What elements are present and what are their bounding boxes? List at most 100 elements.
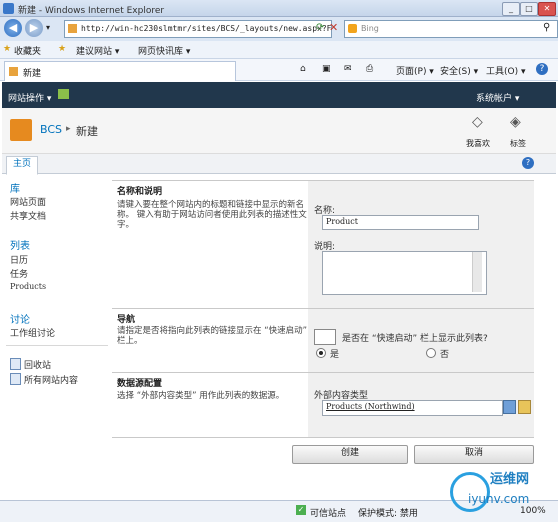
bing-icon [348, 24, 357, 33]
create-button[interactable]: 创建 [292, 445, 408, 464]
data-source-heading: 数据源配置 [117, 379, 163, 389]
favorites-bar: ★ 收藏夹 ★ 建议网站 ▾ 网页快讯库 ▾ [0, 41, 558, 59]
tools-menu[interactable]: 工具(O) ▾ [486, 64, 526, 77]
quick-launch-question: 是否在 “快速启动” 栏上显示此列表? [342, 334, 488, 344]
navigation-section-fields: 是否在 “快速启动” 栏上显示此列表? 是 否 [308, 309, 534, 373]
tags-label[interactable]: 标签 [510, 138, 526, 149]
all-content-icon [10, 373, 21, 385]
form-bottom-divider [112, 437, 534, 438]
nav-heading-discussions[interactable]: 讨论 [10, 311, 30, 326]
nav-item-calendar[interactable]: 日历 [10, 253, 28, 266]
trusted-site-icon: ✓ [296, 505, 306, 515]
navigation-section-description: 请指定是否将指向此列表的链接显示在 “快速启动” 栏上。 [117, 326, 308, 346]
refresh-icon[interactable]: ⟳ [316, 22, 324, 33]
search-input[interactable]: Bing [344, 20, 558, 38]
nav-item-tasks[interactable]: 任务 [10, 267, 28, 280]
check-names-icon[interactable] [503, 400, 516, 414]
tab-home[interactable]: 主页 [6, 156, 38, 175]
history-dropdown-icon[interactable]: ▾ [46, 23, 50, 32]
page-title: 新建 [76, 125, 98, 138]
browse-icon[interactable] [518, 400, 531, 414]
nav-item-recycle-bin[interactable]: 回收站 [24, 358, 51, 371]
back-icon[interactable]: ◀ [4, 19, 22, 37]
help-menu[interactable]: ? [536, 63, 548, 75]
print-icon[interactable]: ⎙ [366, 64, 373, 74]
ribbon-tabs: 主页 ? [2, 154, 556, 175]
nav-item-all-site-content[interactable]: 所有网站内容 [24, 373, 78, 386]
command-row: 新建 ⌂ ▣ ✉ ⎙ 页面(P) ▾ 安全(S) ▾ 工具(O) ▾ ? [0, 59, 558, 81]
address-url: http://win-hc230slmtmr/sites/BCS/_layout… [81, 24, 332, 33]
protected-mode-label: 保护模式: 禁用 [358, 509, 418, 519]
favorites-star-icon: ★ [3, 44, 12, 54]
recycle-bin-icon [10, 358, 21, 370]
external-content-type-input[interactable]: Products (Northwind) [322, 400, 503, 416]
favorites-button[interactable]: 收藏夹 [14, 44, 41, 57]
add-favorite-icon[interactable]: ★ [58, 44, 66, 54]
mail-icon[interactable]: ✉ [344, 64, 352, 74]
site-logo-icon [10, 119, 32, 141]
data-source-description: 选择 “外部内容类型” 用作此列表的数据源。 [117, 391, 285, 401]
nav-item-team-discussion[interactable]: 工作组讨论 [10, 326, 55, 339]
feeds-icon[interactable]: ▣ [322, 64, 331, 74]
like-icon[interactable]: ◇ [472, 114, 483, 130]
window-title: 新建 - Windows Internet Explorer [18, 6, 165, 16]
user-menu[interactable]: 系统帐户 ▾ [476, 91, 519, 104]
watermark-text: 运维网 [490, 472, 530, 487]
name-input[interactable]: Product [322, 215, 479, 230]
forward-icon[interactable]: ▶ [25, 19, 43, 37]
quick-launch-no-label[interactable]: 否 [440, 347, 449, 360]
ie-icon [3, 3, 14, 14]
maximize-button[interactable]: □ [520, 2, 538, 16]
tab-title: 新建 [23, 69, 42, 79]
name-section-description: 请键入要在整个网站内的标题和链接中显示的新名称。 键入有助于网站访问者使用此列表… [117, 200, 307, 230]
close-window-button[interactable]: ✕ [538, 2, 556, 16]
sharepoint-title-area: BCS ▸ 新建 ◇ 我喜欢 ◈ 标签 [2, 108, 556, 154]
breadcrumb-separator: ▸ [66, 124, 71, 134]
search-placeholder: Bing [361, 24, 379, 33]
navigation-section-heading: 导航 [117, 315, 136, 325]
tags-icon[interactable]: ◈ [510, 114, 521, 130]
edit-page-icon[interactable] [58, 89, 69, 99]
quick-launch-yes-label[interactable]: 是 [330, 347, 339, 360]
navigation-section: 导航 请指定是否将指向此列表的链接显示在 “快速启动” 栏上。 是否在 “快速启… [112, 308, 534, 373]
search-icon[interactable]: ⚲ [543, 22, 550, 33]
description-textarea[interactable] [322, 251, 487, 295]
quick-launch-no-radio[interactable] [426, 348, 436, 358]
data-source-section: 数据源配置 选择 “外部内容类型” 用作此列表的数据源。 外部内容类型 Prod… [112, 372, 534, 437]
like-label[interactable]: 我喜欢 [466, 138, 490, 149]
trusted-site-label: 可信站点 [310, 509, 347, 519]
site-actions-menu[interactable]: 网站操作 ▾ [8, 91, 51, 104]
nav-divider [6, 345, 108, 346]
description-scrollbar[interactable] [472, 252, 482, 292]
home-icon[interactable]: ⌂ [300, 64, 306, 74]
nav-item-products[interactable]: Products [10, 282, 46, 291]
browser-tab[interactable]: 新建 [4, 61, 236, 81]
nav-item-shared-documents[interactable]: 共享文档 [10, 209, 46, 222]
sp-help-icon[interactable]: ? [522, 157, 534, 169]
create-list-form: 名称和说明 请键入要在整个网站内的标题和链接中显示的新名称。 键入有助于网站访问… [112, 175, 534, 445]
breadcrumb-site[interactable]: BCS [40, 123, 62, 136]
suggested-sites-link[interactable]: 建议网站 ▾ [76, 44, 119, 57]
watermark-url: iyunv.com [468, 492, 530, 506]
quick-launch: 库 网站页面 共享文档 列表 日历 任务 Products 讨论 工作组讨论 回… [2, 175, 112, 405]
sharepoint-topbar: 网站操作 ▾ 系统帐户 ▾ [2, 82, 556, 108]
name-section-heading: 名称和说明 [117, 187, 163, 197]
name-section-fields: 名称: Product 说明: [308, 181, 534, 309]
tab-page-icon [9, 67, 18, 76]
watermark-logo: 运维网 iyunv.com [436, 458, 556, 518]
nav-heading-lists[interactable]: 列表 [10, 237, 30, 252]
safety-menu[interactable]: 安全(S) ▾ [440, 64, 478, 77]
quick-launch-yes-radio[interactable] [316, 348, 326, 358]
page-icon [68, 24, 77, 33]
quick-launch-icon [314, 329, 336, 345]
minimize-button[interactable]: _ [502, 2, 520, 16]
nav-heading-libraries[interactable]: 库 [10, 180, 20, 195]
stop-icon[interactable]: ✕ [329, 21, 338, 34]
web-slice-gallery-link[interactable]: 网页快讯库 ▾ [138, 44, 190, 57]
window-titlebar: 新建 - Windows Internet Explorer _ □ ✕ [0, 0, 558, 17]
address-row: ◀ ▶ ▾ http://win-hc230slmtmr/sites/BCS/_… [0, 17, 558, 41]
nav-item-site-pages[interactable]: 网站页面 [10, 195, 46, 208]
data-source-fields: 外部内容类型 Products (Northwind) [308, 373, 534, 437]
page-menu[interactable]: 页面(P) ▾ [396, 64, 434, 77]
address-bar[interactable]: http://win-hc230slmtmr/sites/BCS/_layout… [64, 20, 332, 38]
